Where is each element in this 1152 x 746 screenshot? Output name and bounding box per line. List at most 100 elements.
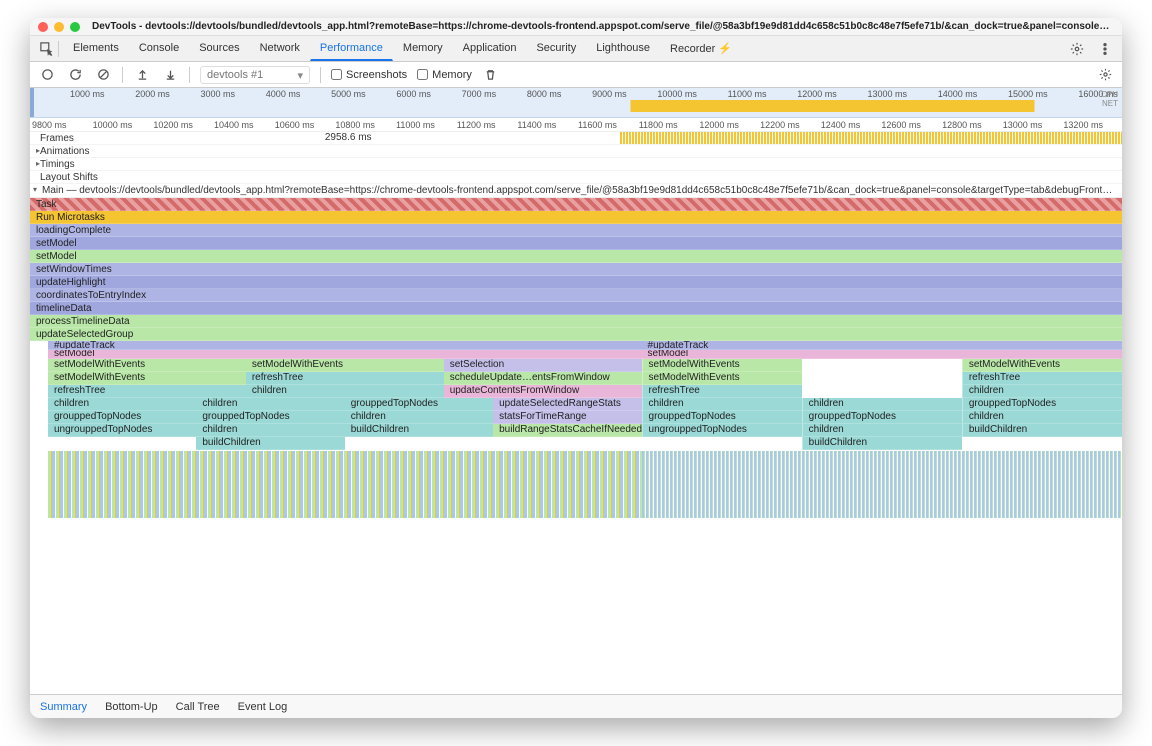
- tab-recorder[interactable]: Recorder ⚡: [660, 36, 742, 61]
- flame-bar[interactable]: Task: [30, 198, 1122, 211]
- flame-bar[interactable]: #updateTrack: [48, 341, 642, 350]
- flame-bar[interactable]: processTimelineData: [30, 315, 1122, 328]
- memory-checkbox[interactable]: Memory: [417, 69, 472, 81]
- flame-bar[interactable]: children: [48, 398, 196, 411]
- zoom-window-icon[interactable]: [70, 22, 80, 32]
- flame-chart[interactable]: TaskRun MicrotasksloadingCompletesetMode…: [30, 198, 1122, 694]
- flame-bar[interactable]: setModel: [30, 237, 1122, 250]
- flame-bar[interactable]: buildChildren: [345, 424, 493, 437]
- flame-bar: [802, 385, 962, 398]
- divider: [58, 41, 59, 57]
- clear-icon[interactable]: [94, 66, 112, 84]
- timings-track[interactable]: Timings: [30, 158, 1122, 171]
- flame-bar[interactable]: buildChildren: [962, 424, 1122, 437]
- flame-bar[interactable]: statsForTimeRange: [493, 411, 641, 424]
- frames-track[interactable]: Frames 2958.6 ms: [30, 132, 1122, 145]
- flame-bar[interactable]: ungrouppedTopNodes: [642, 424, 802, 437]
- details-tabs: Summary Bottom-Up Call Tree Event Log: [30, 694, 1122, 718]
- flame-bar[interactable]: timelineData: [30, 302, 1122, 315]
- flame-bar[interactable]: #updateTrack: [642, 341, 1122, 350]
- flame-bar[interactable]: coordinatesToEntryIndex: [30, 289, 1122, 302]
- flame-bar[interactable]: grouppedTopNodes: [196, 411, 344, 424]
- tab-lighthouse[interactable]: Lighthouse: [586, 36, 660, 61]
- flame-bar[interactable]: setModelWithEvents: [962, 359, 1122, 372]
- close-window-icon[interactable]: [38, 22, 48, 32]
- flame-bar[interactable]: setWindowTimes: [30, 263, 1122, 276]
- main-thread-header[interactable]: Main — devtools://devtools/bundled/devto…: [30, 184, 1122, 198]
- flame-bar[interactable]: updateSelectedGroup: [30, 328, 1122, 341]
- flame-bar[interactable]: setSelection: [444, 359, 642, 372]
- trash-icon[interactable]: [482, 66, 500, 84]
- flame-bar[interactable]: children: [802, 398, 962, 411]
- profile-selector[interactable]: devtools #1: [200, 66, 310, 84]
- flame-bar[interactable]: setModelWithEvents: [642, 359, 802, 372]
- flame-bar[interactable]: children: [196, 398, 344, 411]
- flame-bar[interactable]: children: [196, 424, 344, 437]
- flame-bar[interactable]: buildChildren: [802, 437, 962, 450]
- details-tab-summary[interactable]: Summary: [40, 701, 87, 713]
- flame-bar[interactable]: grouppedTopNodes: [48, 411, 196, 424]
- tab-elements[interactable]: Elements: [63, 36, 129, 61]
- upload-icon[interactable]: [133, 66, 151, 84]
- download-icon[interactable]: [161, 66, 179, 84]
- layout-shifts-track[interactable]: Layout Shifts: [30, 171, 1122, 184]
- flame-bar[interactable]: grouppedTopNodes: [345, 398, 493, 411]
- flame-bar: [493, 437, 641, 450]
- details-tab-call-tree[interactable]: Call Tree: [176, 701, 220, 713]
- inspect-element-icon[interactable]: [36, 38, 58, 60]
- flame-bar[interactable]: refreshTree: [246, 372, 444, 385]
- reload-icon[interactable]: [66, 66, 84, 84]
- divider: [189, 67, 190, 83]
- timeline-overview[interactable]: 1000 ms2000 ms3000 ms4000 ms5000 ms6000 …: [30, 88, 1122, 118]
- animations-track[interactable]: Animations: [30, 145, 1122, 158]
- flame-bar[interactable]: refreshTree: [642, 385, 802, 398]
- flame-bar[interactable]: updateSelectedRangeStats: [493, 398, 641, 411]
- flame-bar[interactable]: setModel: [642, 350, 1122, 359]
- flame-bar[interactable]: grouppedTopNodes: [642, 411, 802, 424]
- flame-bar[interactable]: children: [642, 398, 802, 411]
- tab-network[interactable]: Network: [250, 36, 310, 61]
- settings-gear-icon[interactable]: [1066, 38, 1088, 60]
- flame-bar[interactable]: refreshTree: [962, 372, 1122, 385]
- flame-bar[interactable]: setModel: [48, 350, 642, 359]
- record-icon[interactable]: [38, 66, 56, 84]
- flame-bar[interactable]: buildRangeStatsCacheIfNeeded: [493, 424, 641, 437]
- tab-sources[interactable]: Sources: [189, 36, 249, 61]
- flame-bar[interactable]: setModelWithEvents: [48, 359, 246, 372]
- tab-application[interactable]: Application: [453, 36, 527, 61]
- flame-bar[interactable]: grouppedTopNodes: [962, 398, 1122, 411]
- flame-bar[interactable]: setModelWithEvents: [48, 372, 246, 385]
- tab-console[interactable]: Console: [129, 36, 189, 61]
- flame-bar[interactable]: children: [962, 411, 1122, 424]
- flame-bar[interactable]: buildChildren: [196, 437, 344, 450]
- flame-bar: [642, 437, 802, 450]
- flame-bar[interactable]: Run Microtasks: [30, 211, 1122, 224]
- tab-performance[interactable]: Performance: [310, 36, 393, 61]
- details-tab-event-log[interactable]: Event Log: [238, 701, 288, 713]
- flame-bar[interactable]: children: [802, 424, 962, 437]
- details-tab-bottom-up[interactable]: Bottom-Up: [105, 701, 158, 713]
- flame-bar[interactable]: grouppedTopNodes: [802, 411, 962, 424]
- overview-activity-bar: [30, 100, 1122, 112]
- flame-bar[interactable]: setModelWithEvents: [246, 359, 444, 372]
- flame-bar[interactable]: children: [962, 385, 1122, 398]
- flame-bar[interactable]: setModel: [30, 250, 1122, 263]
- flame-bar[interactable]: updateHighlight: [30, 276, 1122, 289]
- flame-bar[interactable]: loadingComplete: [30, 224, 1122, 237]
- kebab-menu-icon[interactable]: [1094, 38, 1116, 60]
- panel-settings-gear-icon[interactable]: [1096, 66, 1114, 84]
- flame-bar[interactable]: setModelWithEvents: [642, 372, 802, 385]
- tab-memory[interactable]: Memory: [393, 36, 453, 61]
- minimize-window-icon[interactable]: [54, 22, 64, 32]
- flame-bar[interactable]: scheduleUpdate…entsFromWindow: [444, 372, 642, 385]
- flame-bar[interactable]: updateContentsFromWindow: [444, 385, 642, 398]
- flame-bar[interactable]: ungrouppedTopNodes: [48, 424, 196, 437]
- screenshots-checkbox[interactable]: Screenshots: [331, 69, 407, 81]
- flame-bar[interactable]: refreshTree: [48, 385, 246, 398]
- flame-bar[interactable]: children: [246, 385, 444, 398]
- flame-bar[interactable]: children: [345, 411, 493, 424]
- range-handle-right[interactable]: [30, 88, 34, 117]
- overview-ticks: 1000 ms2000 ms3000 ms4000 ms5000 ms6000 …: [30, 88, 1122, 99]
- tab-security[interactable]: Security: [526, 36, 586, 61]
- flame-detail-area: [48, 451, 642, 518]
